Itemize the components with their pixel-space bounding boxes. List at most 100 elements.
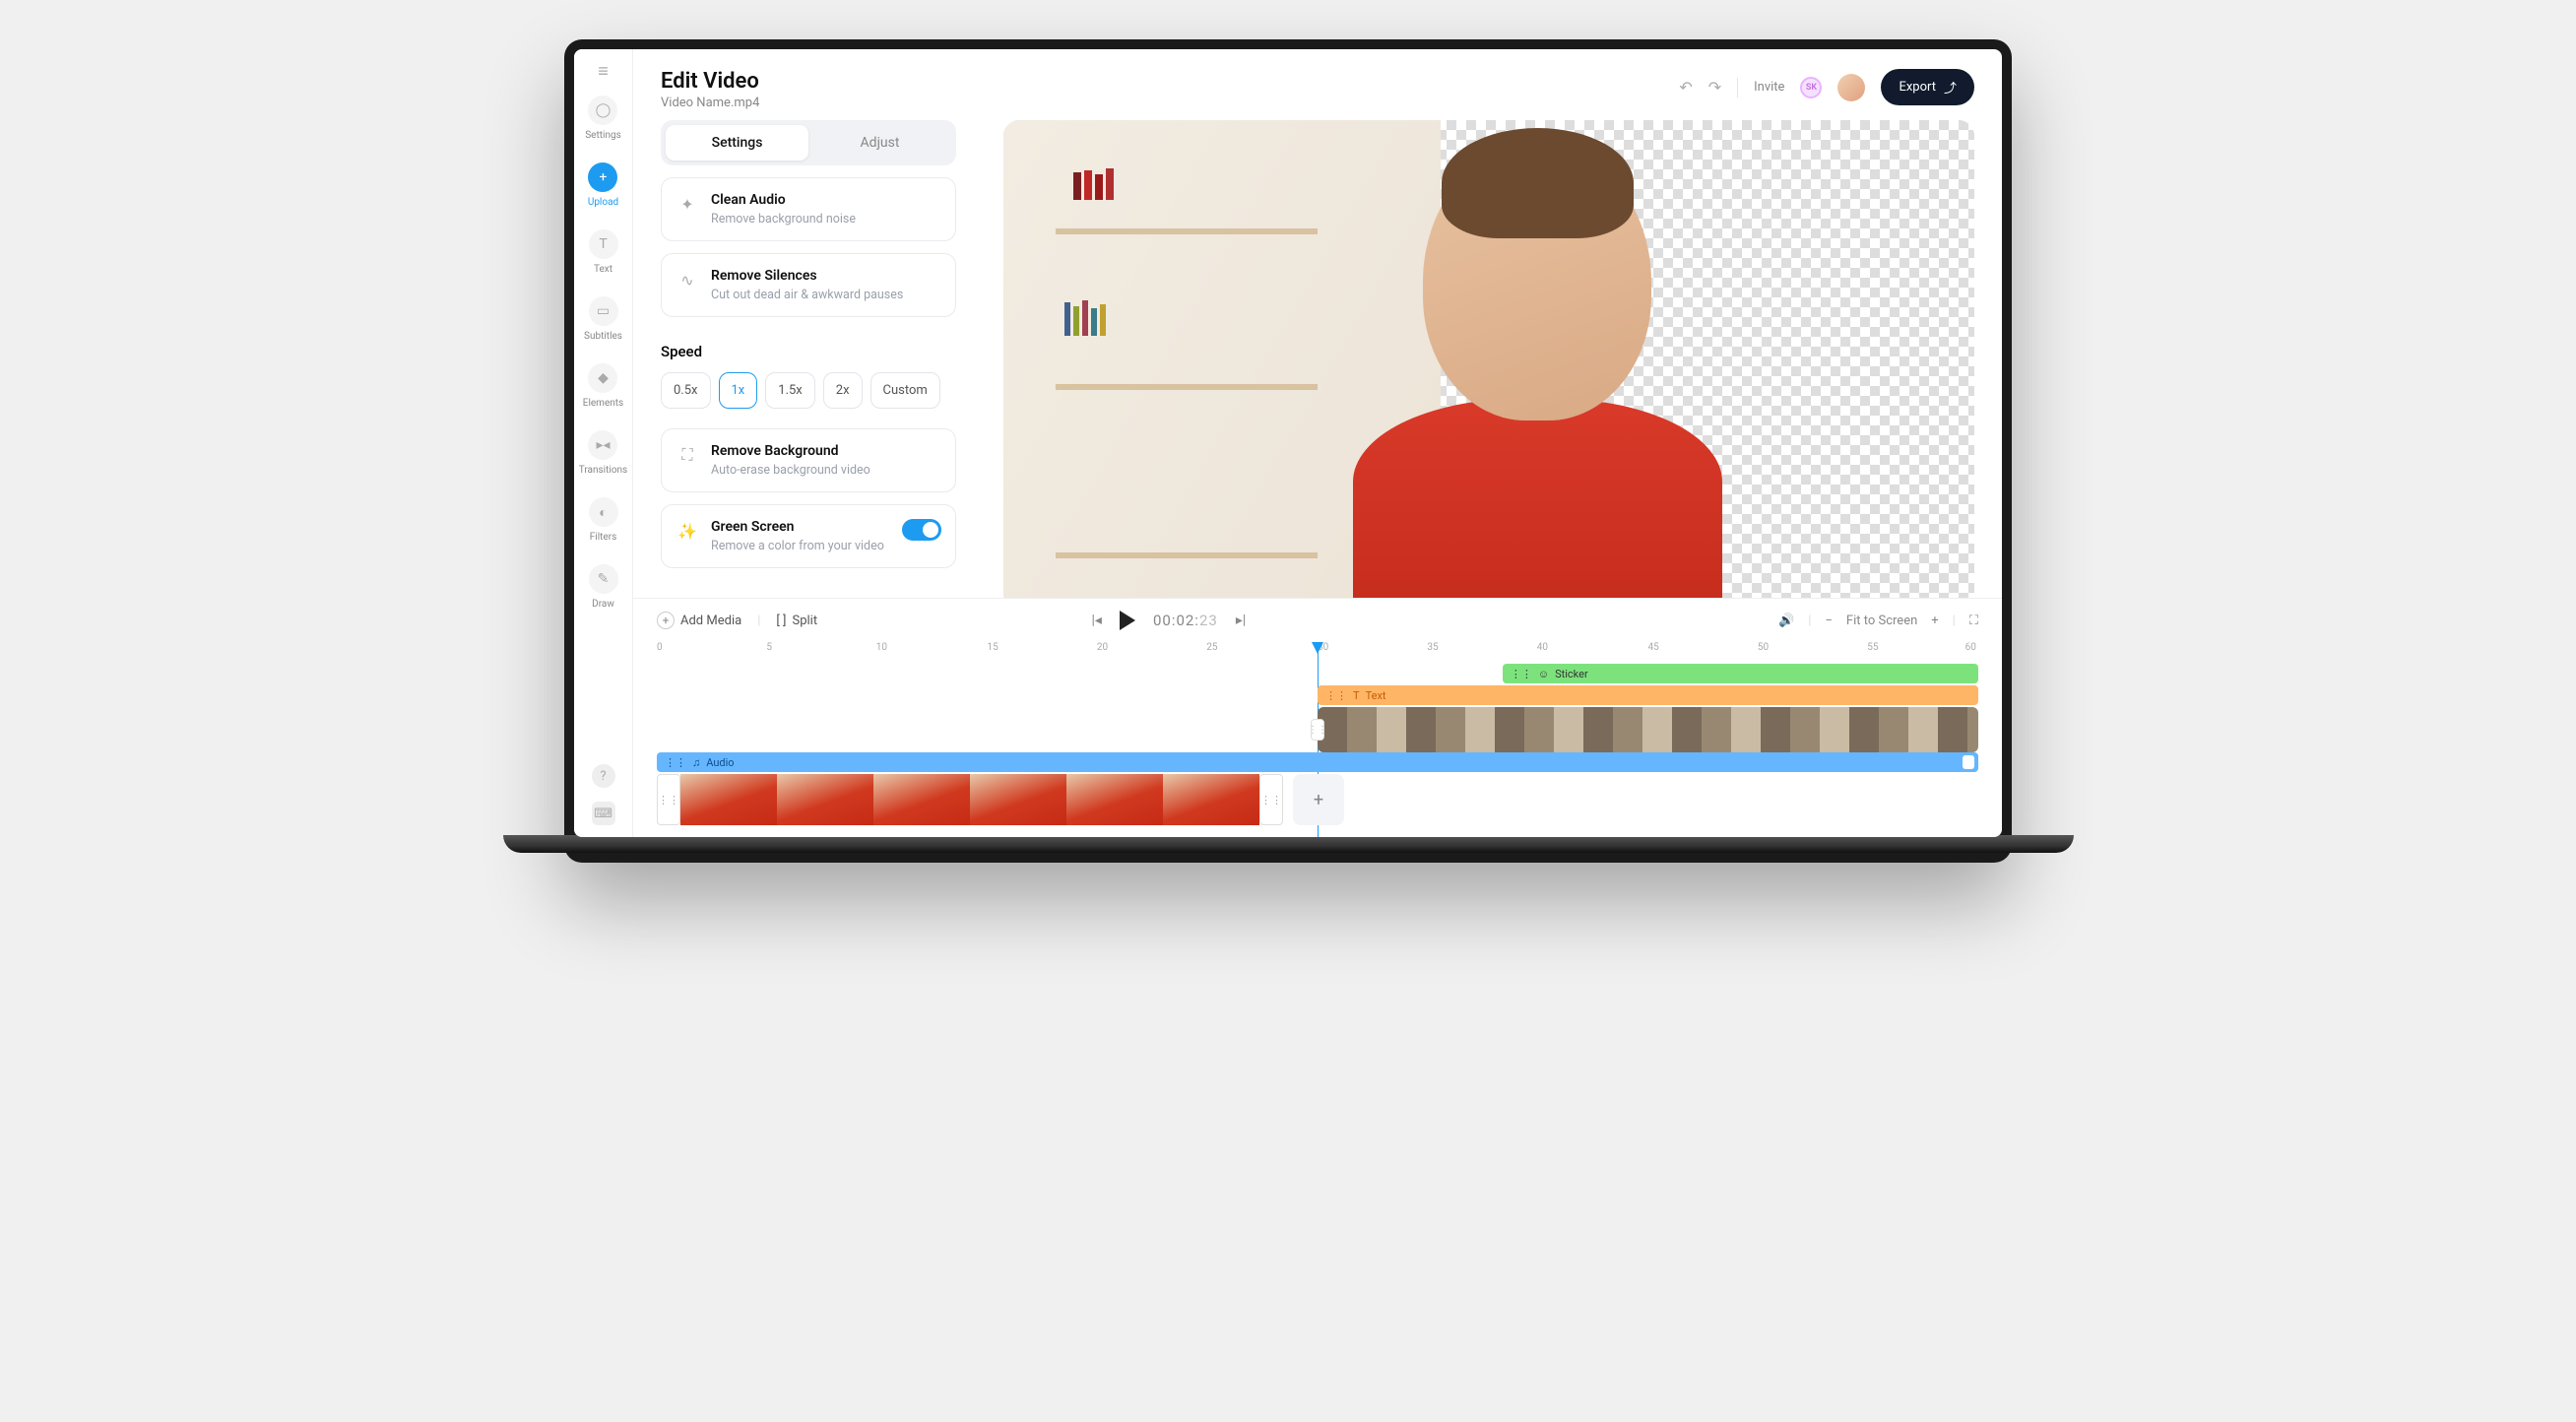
card-remove-background[interactable]: ⛶ Remove Background Auto-erase backgroun… — [661, 428, 956, 492]
clip-handle[interactable]: ⋮⋮ — [1259, 774, 1283, 825]
speed-custom[interactable]: Custom — [870, 372, 940, 409]
collaborator-avatar[interactable]: SK — [1800, 77, 1822, 98]
zoom-in-icon[interactable]: + — [1931, 614, 1938, 628]
zoom-out-icon[interactable]: − — [1825, 614, 1832, 628]
sidebar-label: Text — [594, 264, 612, 275]
ruler-tick: 25 — [1206, 642, 1217, 653]
ruler-tick: 0 — [657, 642, 663, 653]
sidebar-item-draw[interactable]: ✎ Draw — [589, 564, 618, 610]
export-button[interactable]: Export ⤴ — [1881, 69, 1974, 105]
card-desc: Cut out dead air & awkward pauses — [711, 288, 903, 302]
skip-back-icon[interactable]: |◂ — [1092, 613, 1102, 628]
add-clip-button[interactable]: + — [1293, 774, 1344, 825]
drag-handle-icon[interactable]: ⋮⋮ — [665, 756, 686, 769]
card-green-screen[interactable]: ✨ Green Screen Remove a color from your … — [661, 504, 956, 568]
sidebar-item-filters[interactable]: ◐ Filters — [589, 497, 618, 543]
preview-person — [1353, 144, 1722, 598]
invite-label[interactable]: Invite — [1754, 80, 1784, 95]
drag-handle-icon[interactable]: ⋮⋮ — [1325, 689, 1347, 702]
sidebar-item-settings[interactable]: ◯ Settings — [585, 96, 621, 141]
upload-icon: + — [588, 162, 617, 192]
speed-2x[interactable]: 2x — [823, 372, 863, 409]
split-button[interactable]: [ ] Split — [776, 614, 817, 628]
timeline: + Add Media | [ ] Split |◂ — [633, 598, 2002, 837]
sticker-icon: ☺ — [1538, 668, 1549, 680]
waveform-icon: ∿ — [676, 268, 699, 291]
ruler-tick: 45 — [1648, 642, 1659, 653]
card-title: Remove Silences — [711, 268, 903, 284]
undo-icon[interactable]: ↶ — [1679, 78, 1692, 97]
add-media-label: Add Media — [680, 614, 741, 628]
track-text[interactable]: ⋮⋮ T Text — [1318, 685, 1978, 705]
ruler-tick: 60 — [1965, 642, 1976, 653]
video-thumbnail — [777, 774, 873, 825]
track-sticker[interactable]: ⋮⋮ ☺ Sticker — [1503, 664, 1978, 683]
sidebar-label: Elements — [583, 398, 623, 409]
track-video-clip[interactable]: ⋮⋮ — [1318, 707, 1978, 752]
export-label: Export — [1899, 80, 1936, 95]
text-icon: T — [1353, 689, 1360, 702]
track-label: Text — [1366, 689, 1386, 702]
sidebar-item-text[interactable]: T Text — [589, 229, 618, 275]
green-screen-toggle[interactable] — [902, 519, 941, 541]
filters-icon: ◐ — [589, 497, 618, 527]
card-title: Clean Audio — [711, 192, 856, 208]
sidebar-item-upload[interactable]: + Upload — [588, 162, 618, 208]
track-label: Audio — [706, 756, 734, 769]
timeline-ruler[interactable]: 0 5 10 15 20 25 30 35 40 45 50 55 60 — [657, 642, 1978, 664]
sidebar-item-elements[interactable]: ◆ Elements — [583, 363, 623, 409]
sidebar-label: Upload — [588, 197, 618, 208]
volume-icon[interactable]: 🔊 — [1778, 614, 1794, 628]
sparkle-icon: ✦ — [676, 192, 699, 216]
draw-icon: ✎ — [589, 564, 618, 594]
video-thumbnail — [873, 774, 970, 825]
clip-end-handle[interactable] — [1963, 755, 1974, 769]
track-label: Sticker — [1555, 668, 1588, 680]
play-button[interactable] — [1120, 611, 1135, 630]
user-avatar[interactable] — [1837, 74, 1865, 101]
sidebar-label: Filters — [590, 532, 617, 543]
clip-handle[interactable]: ⋮⋮ — [657, 774, 680, 825]
card-desc: Remove background noise — [711, 212, 856, 226]
speed-label: Speed — [661, 343, 956, 360]
fit-to-screen[interactable]: Fit to Screen — [1846, 614, 1917, 628]
ruler-tick: 15 — [988, 642, 998, 653]
card-clean-audio[interactable]: ✦ Clean Audio Remove background noise — [661, 177, 956, 241]
plus-icon: + — [657, 612, 675, 629]
card-title: Green Screen — [711, 519, 884, 535]
card-desc: Auto-erase background video — [711, 463, 870, 478]
card-remove-silences[interactable]: ∿ Remove Silences Cut out dead air & awk… — [661, 253, 956, 317]
hamburger-icon[interactable]: ≡ — [598, 61, 609, 82]
video-thumbnail — [970, 774, 1066, 825]
tab-adjust[interactable]: Adjust — [808, 125, 951, 161]
add-media-button[interactable]: + Add Media — [657, 612, 741, 629]
drag-handle-icon[interactable]: ⋮⋮ — [1511, 668, 1532, 680]
sidebar-item-subtitles[interactable]: ▭ Subtitles — [584, 296, 622, 342]
panel-tabs: Settings Adjust — [661, 120, 956, 165]
clip-handle[interactable]: ⋮⋮ — [1311, 719, 1324, 741]
speed-0-5x[interactable]: 0.5x — [661, 372, 711, 409]
track-main-video[interactable]: ⋮⋮ ⋮⋮ + — [657, 774, 1978, 825]
speed-options: 0.5x 1x 1.5x 2x Custom — [661, 372, 956, 409]
tab-settings[interactable]: Settings — [666, 125, 808, 161]
speed-1-5x[interactable]: 1.5x — [765, 372, 815, 409]
export-icon: ⤴ — [1944, 78, 1957, 97]
ruler-tick: 10 — [876, 642, 887, 653]
skip-forward-icon[interactable]: ▸| — [1236, 613, 1246, 628]
video-preview[interactable] — [1003, 120, 1974, 598]
sidebar-label: Settings — [585, 130, 621, 141]
track-audio[interactable]: ⋮⋮ ♫ Audio — [657, 752, 1978, 772]
keyboard-icon[interactable]: ⌨ — [592, 802, 615, 825]
help-icon[interactable]: ? — [592, 764, 615, 788]
magic-wand-icon: ✨ — [676, 519, 699, 543]
redo-icon[interactable]: ↷ — [1708, 78, 1721, 97]
ruler-tick: 55 — [1867, 642, 1878, 653]
settings-icon: ◯ — [588, 96, 617, 125]
sidebar-item-transitions[interactable]: ▸◂ Transitions — [579, 430, 627, 476]
fullscreen-icon[interactable]: ⛶ — [1969, 614, 1978, 628]
separator: | — [1953, 614, 1956, 628]
split-label: Split — [793, 614, 818, 628]
subtitles-icon: ▭ — [589, 296, 618, 326]
speed-1x[interactable]: 1x — [719, 372, 758, 409]
sidebar-label: Draw — [592, 599, 614, 610]
